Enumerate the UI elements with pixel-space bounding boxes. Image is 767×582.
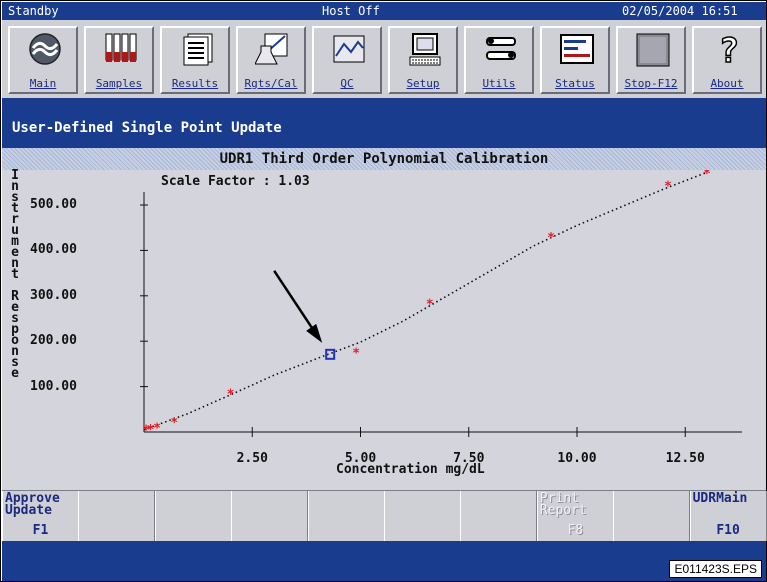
samples-icon — [105, 33, 137, 62]
utils-icon — [486, 37, 516, 60]
function-key-6 — [384, 491, 461, 541]
utils-button[interactable]: Utils — [464, 26, 534, 94]
screen-title: User-Defined Single Point Update — [12, 120, 282, 136]
system-state: Standby — [8, 4, 59, 18]
status-bar: Standby Host Off 02/05/2004 16:51 — [2, 2, 766, 20]
function-key-1[interactable]: Approve Update F1 — [2, 491, 79, 541]
calibration-point: * — [426, 298, 434, 313]
about-icon: ? — [718, 32, 740, 68]
about-button[interactable]: ? About — [692, 26, 762, 94]
function-key-8: Print Report F8 — [536, 491, 614, 541]
host-state: Host Off — [322, 4, 380, 18]
function-key-3 — [154, 491, 232, 541]
function-key-bar: Approve Update F1 Print Report F8 UDRMain F10 — [2, 490, 767, 541]
qc-button[interactable]: QC — [312, 26, 382, 94]
function-key-10[interactable]: UDRMain F10 — [689, 491, 767, 541]
bottom-bar: E011423S.EPS — [2, 541, 766, 581]
function-key-code: F1 — [32, 523, 49, 538]
stop-icon — [636, 33, 670, 67]
qc-icon — [333, 35, 365, 63]
main-toolbar: Main Samples Results Rgts/Cal QC Setup U… — [2, 20, 766, 99]
function-key-5 — [307, 491, 385, 541]
calibration-point: * — [664, 179, 672, 194]
samples-button[interactable]: Samples — [84, 26, 154, 94]
reagents-calibration-label: Rgts/Cal — [244, 77, 298, 90]
results-label: Results — [171, 77, 219, 90]
function-key-text: Print Report — [539, 491, 587, 518]
setup-icon — [409, 33, 441, 66]
function-key-7 — [460, 491, 538, 541]
results-icon — [183, 33, 213, 66]
status-icon — [560, 34, 594, 64]
svg-text:?: ? — [719, 32, 739, 68]
setup-button[interactable]: Setup — [388, 26, 458, 94]
reagents-calibration-icon — [255, 33, 288, 65]
status-label: Status — [555, 77, 595, 90]
setup-label: Setup — [406, 77, 440, 90]
function-key-2 — [78, 491, 156, 541]
screen-title-bar: User-Defined Single Point Update — [2, 98, 766, 148]
calibration-plot-area: Instrument Response Scale Factor : 1.03 … — [2, 169, 766, 490]
function-key-code: F10 — [716, 523, 740, 538]
about-label: About — [710, 77, 744, 90]
main-label: Main — [29, 77, 57, 90]
calibration-point: * — [227, 387, 235, 402]
qc-label: QC — [340, 77, 354, 90]
analyzer-window: Standby Host Off 02/05/2004 16:51 Main S… — [0, 0, 767, 582]
samples-label: Samples — [95, 77, 143, 90]
function-key-4 — [231, 491, 309, 541]
calibration-point: * — [547, 231, 555, 246]
function-key-text: UDRMain — [692, 491, 748, 506]
calibration-point: * — [170, 416, 178, 431]
main-icon — [29, 33, 61, 65]
calibration-title: UDR1 Third Order Polynomial Calibration — [2, 148, 766, 170]
function-key-9 — [613, 491, 691, 541]
results-button[interactable]: Results — [160, 26, 230, 94]
date-time: 02/05/2004 16:51 — [622, 4, 738, 18]
function-key-code: F8 — [567, 523, 584, 538]
calibration-chart: *** ******* — [140, 170, 742, 439]
utils-label: Utils — [482, 77, 516, 90]
figure-id: E011423S.EPS — [669, 560, 762, 578]
main-button[interactable]: Main — [8, 26, 78, 94]
pointer-arrow-head — [306, 323, 323, 343]
function-key-text: Approve Update — [5, 491, 60, 518]
stop-button[interactable]: Stop-F12 — [616, 26, 686, 94]
calibration-point: * — [352, 347, 360, 362]
status-button[interactable]: Status — [540, 26, 610, 94]
stop-label: Stop-F12 — [624, 77, 678, 90]
calibration-point: * — [703, 170, 711, 182]
reagents-calibration-button[interactable]: Rgts/Cal — [236, 26, 306, 94]
calibration-point: * — [153, 421, 161, 436]
